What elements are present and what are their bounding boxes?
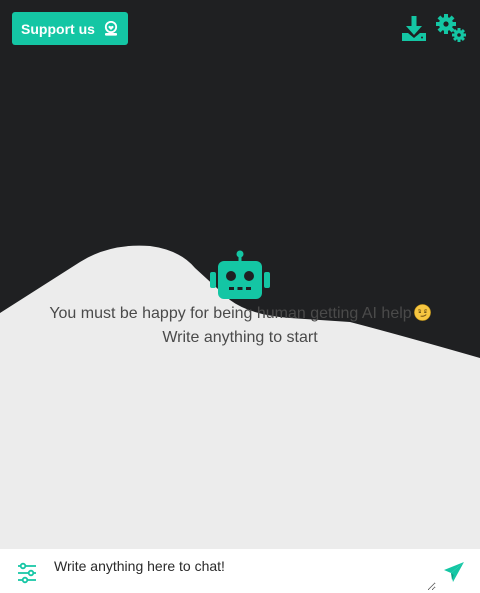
welcome-line-2: Write anything to start	[162, 329, 318, 346]
download-icon	[402, 16, 426, 41]
chat-settings-button[interactable]	[16, 562, 38, 584]
chat-input[interactable]	[50, 553, 436, 591]
support-us-label: Support us	[21, 20, 95, 37]
send-icon	[444, 562, 464, 582]
welcome-line-1: You must be happy for being human gettin…	[49, 305, 412, 322]
chat-bar	[0, 549, 480, 593]
sliders-icon	[18, 562, 36, 584]
hand-heart-icon	[103, 20, 119, 37]
send-button[interactable]	[443, 561, 465, 583]
robot-icon	[210, 250, 270, 299]
gears-icon	[436, 14, 466, 42]
settings-button[interactable]	[435, 12, 467, 44]
smirk-emoji-icon	[413, 304, 431, 321]
welcome-area: You must be happy for being human gettin…	[0, 248, 480, 350]
download-button[interactable]	[398, 12, 430, 44]
top-bar: Support us	[0, 0, 480, 58]
welcome-message: You must be happy for being human gettin…	[0, 302, 480, 326]
support-us-button[interactable]: Support us	[12, 12, 128, 45]
